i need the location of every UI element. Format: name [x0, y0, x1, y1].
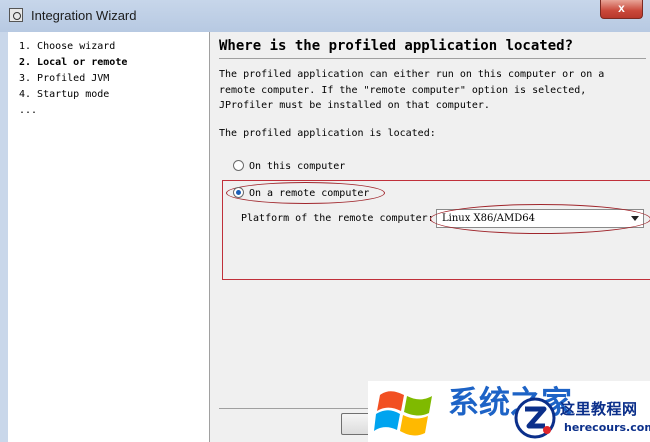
step-startup-mode: 4. Startup mode [19, 89, 110, 100]
description-line: JProfiler must be installed on that comp… [219, 100, 490, 111]
radio-this-computer-label[interactable]: On this computer [249, 161, 345, 172]
radio-remote-computer[interactable] [233, 187, 244, 198]
description-line: remote computer. If the "remote computer… [219, 85, 587, 96]
platform-label: Platform of the remote computer: [241, 213, 434, 224]
page-title: Where is the profiled application locate… [219, 38, 574, 54]
title-bar[interactable]: Integration Wizard x [0, 0, 650, 32]
location-prompt: The profiled application is located: [219, 128, 436, 139]
windows-logo-icon [374, 391, 432, 436]
step-local-or-remote: 2. Local or remote [19, 57, 128, 68]
watermark-url: herecours.com [564, 421, 650, 434]
step-profiled-jvm: 3. Profiled JVM [19, 73, 110, 84]
radio-this-computer[interactable] [233, 160, 244, 171]
step-more: ... [19, 105, 38, 116]
watermark-z-logo-icon [514, 397, 556, 439]
radio-remote-computer-label[interactable]: On a remote computer [249, 188, 369, 199]
watermark-site-name: 这里教程网 [560, 400, 638, 418]
step-choose-wizard: 1. Choose wizard [19, 41, 116, 52]
description-line: The profiled application can either run … [219, 69, 605, 80]
watermark-overlay: 系统之家 这里教程网 herecours.com [368, 381, 650, 442]
annotation-oval-platform [430, 204, 650, 234]
wizard-app-icon [9, 8, 23, 22]
window-title: Integration Wizard [31, 8, 137, 23]
wizard-steps-panel: 1. Choose wizard 2. Local or remote 3. P… [8, 32, 210, 442]
heading-divider [219, 58, 646, 59]
close-button[interactable]: x [600, 0, 643, 19]
